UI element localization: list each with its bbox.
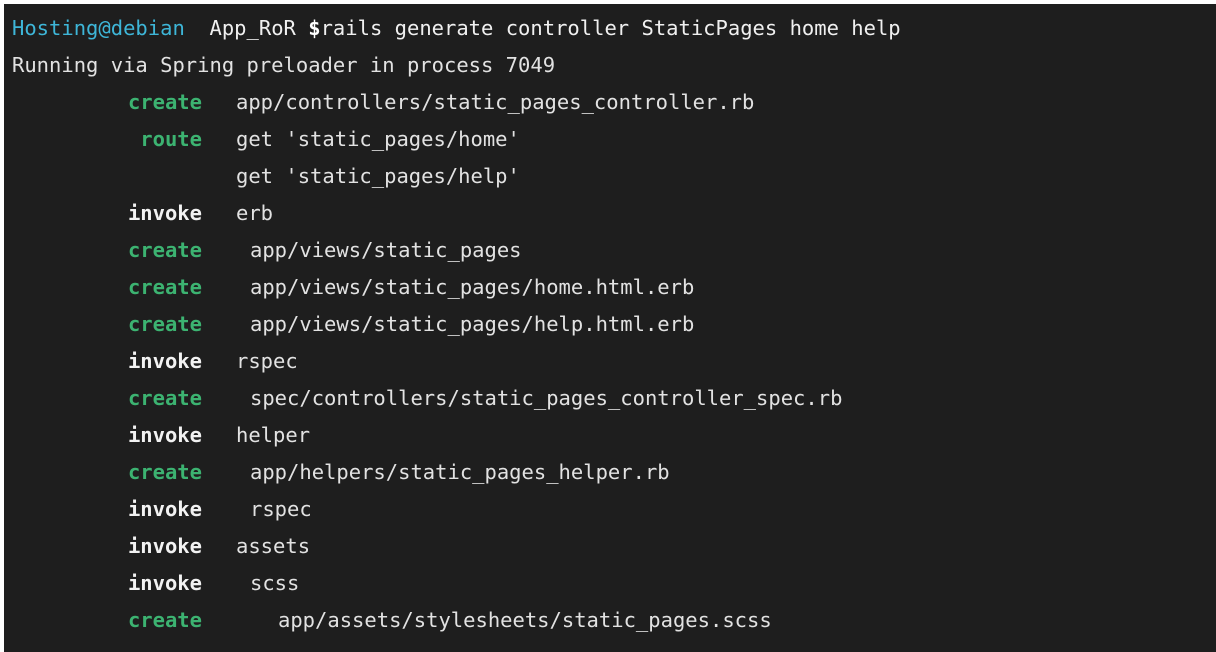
output-row: invoke rspec [12,491,1216,528]
action-arg: assets [236,534,311,558]
action-arg: app/helpers/static_pages_helper.rb [250,460,670,484]
action-arg: app/controllers/static_pages_controller.… [236,90,755,114]
action-label: invoke [127,534,202,558]
action-label: create [127,275,202,299]
output-row: create app/views/static_pages [12,232,1216,269]
action-label: create [127,90,202,114]
prompt-command: rails generate controller StaticPages ho… [320,16,901,40]
prompt-directory: App_RoR [209,16,296,40]
prompt-dollar: $ [308,16,321,40]
prompt-user-host: Hosting@debian [12,16,185,40]
output-row: create spec/controllers/static_pages_cont… [12,380,1216,417]
action-arg: app/views/static_pages [250,238,522,262]
action-arg: scss [250,571,300,595]
output-row: invoke helper [12,417,1216,454]
action-arg: helper [236,423,311,447]
action-label: create [127,608,202,632]
output-row: create app/controllers/static_pages_contr… [12,84,1216,121]
action-arg: app/views/static_pages/home.html.erb [250,275,695,299]
action-label: invoke [127,423,202,447]
action-arg: erb [236,201,274,225]
action-arg: rspec [236,349,298,373]
action-arg: spec/controllers/static_pages_controller… [250,386,843,410]
output-row: route get 'static_pages/home' [12,121,1216,158]
action-label: invoke [127,349,202,373]
action-label: invoke [127,571,202,595]
output-row: create app/views/static_pages/help.html.e… [12,306,1216,343]
action-label: create [127,386,202,410]
output-row: get 'static_pages/help' [12,158,1216,195]
prompt-line: Hosting@debian App_RoR $rails generate c… [12,10,1216,47]
action-arg: app/views/static_pages/help.html.erb [250,312,695,336]
action-label: create [127,238,202,262]
action-label: create [127,312,202,336]
action-label: invoke [127,201,202,225]
terminal-window[interactable]: Hosting@debian App_RoR $rails generate c… [4,4,1216,652]
output-row: create app/views/static_pages/home.html.e… [12,269,1216,306]
action-arg: app/assets/stylesheets/static_pages.scss [278,608,772,632]
output-row: create app/helpers/static_pages_helper.rb [12,454,1216,491]
output-row: create app/assets/stylesheets/static_page… [12,602,1216,639]
running-line: Running via Spring preloader in process … [12,53,556,77]
output-row: invoke erb [12,195,1216,232]
output-row: invoke assets [12,528,1216,565]
output-row: invoke scss [12,565,1216,602]
action-label: create [127,460,202,484]
action-arg: get 'static_pages/home' [236,127,520,151]
action-arg: rspec [250,497,312,521]
action-arg: get 'static_pages/help' [236,164,520,188]
action-label: route [140,127,202,151]
action-label: invoke [127,497,202,521]
terminal-output: Hosting@debian App_RoR $rails generate c… [12,10,1216,639]
output-row: invoke rspec [12,343,1216,380]
